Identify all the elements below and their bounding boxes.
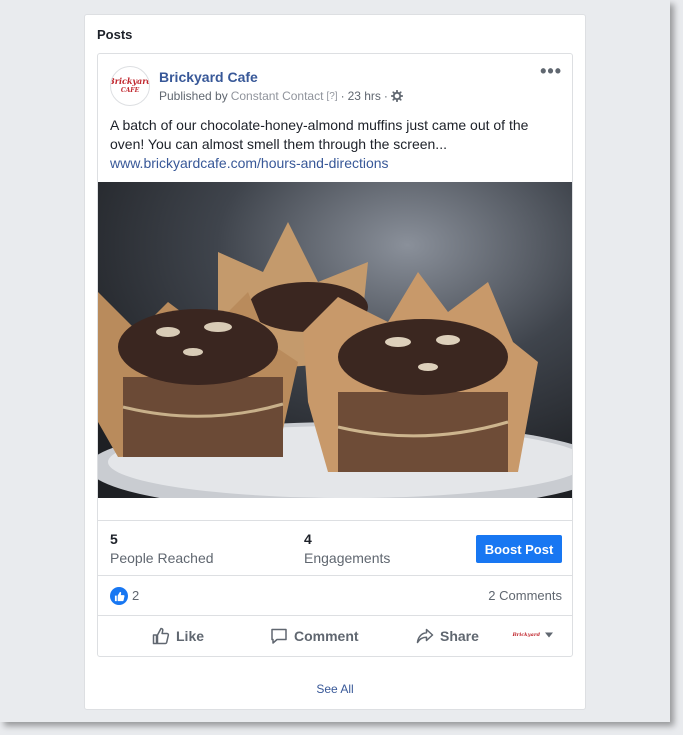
section-title: Posts	[97, 27, 133, 42]
page-name-link[interactable]: Brickyard Cafe	[159, 69, 258, 85]
caret-down-icon	[545, 632, 553, 638]
like-button[interactable]: Like	[152, 627, 204, 645]
comment-button[interactable]: Comment	[270, 627, 359, 645]
post-body: A batch of our chocolate-honey-almond mu…	[110, 116, 562, 173]
post-time[interactable]: 23 hrs	[348, 89, 381, 103]
engagements-label: Engagements	[304, 550, 391, 566]
engagements-value: 4	[304, 531, 312, 547]
share-button[interactable]: Share	[416, 627, 479, 645]
published-by-label: Published by	[159, 89, 228, 103]
post-card: Brickyard CAFE Brickyard Cafe Published b…	[97, 53, 573, 657]
brickyard-logo-icon: Brickyard CAFE	[110, 76, 150, 94]
muffins-illustration	[98, 182, 572, 498]
people-reached-value: 5	[110, 531, 118, 547]
post-as-selector[interactable]: Brickyard	[512, 631, 554, 639]
post-link[interactable]: www.brickyardcafe.com/hours-and-directio…	[110, 154, 562, 173]
share-label: Share	[440, 628, 479, 644]
posts-card: Posts Brickyard CAFE Brickyard Cafe Publi…	[84, 14, 586, 710]
brickyard-mini-logo-icon: Brickyard	[512, 632, 540, 638]
comment-icon	[271, 628, 287, 644]
separator: ·	[340, 89, 345, 103]
comments-count[interactable]: 2 Comments	[488, 588, 562, 603]
insights-bar: 5 People Reached 4 Engagements Boost Pos…	[98, 520, 572, 576]
thumbs-up-icon	[152, 627, 170, 645]
publisher-link[interactable]: Constant Contact	[231, 89, 324, 103]
separator: ·	[383, 89, 388, 103]
muffins-photo[interactable]	[98, 182, 572, 498]
page-frame: Posts Brickyard CAFE Brickyard Cafe Publi…	[0, 0, 670, 722]
more-options-icon[interactable]: •••	[540, 62, 562, 80]
see-all-link[interactable]: See All	[85, 682, 585, 696]
comment-label: Comment	[294, 628, 359, 644]
post-actions: Like Comment Share Brickyard	[98, 616, 572, 656]
boost-post-button[interactable]: Boost Post	[476, 535, 562, 563]
post-text: A batch of our chocolate-honey-almond mu…	[110, 117, 529, 152]
reactions-bar: 2 2 Comments	[98, 576, 572, 616]
like-label: Like	[176, 628, 205, 644]
share-icon	[416, 628, 434, 644]
people-reached-stat[interactable]: 5 People Reached	[110, 531, 214, 566]
page-avatar[interactable]: Brickyard CAFE	[110, 66, 150, 106]
like-count[interactable]: 2	[132, 588, 139, 603]
post-meta: Published by Constant Contact [?] · 23 h…	[159, 89, 403, 103]
gear-icon[interactable]	[390, 90, 403, 102]
people-reached-label: People Reached	[110, 550, 214, 566]
help-marker[interactable]: [?]	[326, 91, 337, 102]
engagements-stat[interactable]: 4 Engagements	[304, 531, 390, 566]
like-reaction-icon[interactable]	[110, 587, 128, 605]
